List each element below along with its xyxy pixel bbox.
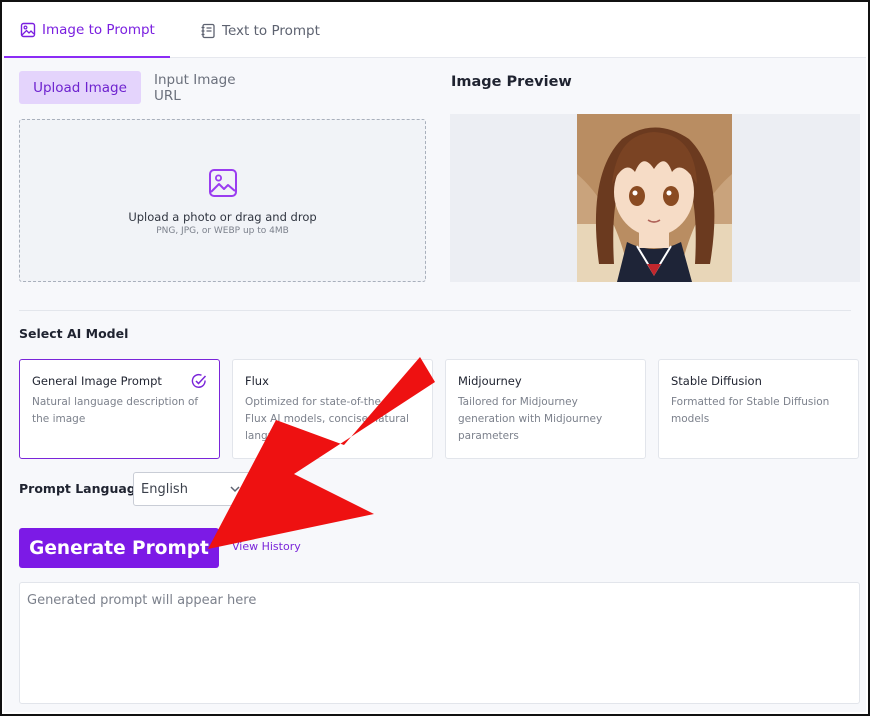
model-card-midjourney[interactable]: Midjourney Tailored for Midjourney gener… xyxy=(445,359,646,459)
tab-image-to-prompt[interactable]: Image to Prompt xyxy=(4,4,170,58)
preview-image xyxy=(577,114,732,282)
model-title: Midjourney xyxy=(458,374,522,388)
model-card-general[interactable]: General Image Prompt Natural language de… xyxy=(19,359,220,459)
upload-image-button[interactable]: Upload Image xyxy=(19,71,141,104)
tab-label: Text to Prompt xyxy=(222,23,320,39)
image-preview-title: Image Preview xyxy=(451,74,572,90)
section-divider xyxy=(19,310,851,311)
model-title: General Image Prompt xyxy=(32,374,162,388)
chevron-down-icon xyxy=(230,486,240,493)
generated-prompt-output[interactable]: Generated prompt will appear here xyxy=(19,582,860,704)
model-desc: Optimized for state-of-the-art Flux AI m… xyxy=(245,396,409,442)
tab-label: Image to Prompt xyxy=(42,22,155,38)
dropzone-subtext: PNG, JPG, or WEBP up to 4MB xyxy=(156,226,289,236)
model-title: Flux xyxy=(245,374,269,388)
model-card-stable-diffusion[interactable]: Stable Diffusion Formatted for Stable Di… xyxy=(658,359,859,459)
input-image-url-button[interactable]: Input Image URL xyxy=(154,71,266,104)
model-title: Stable Diffusion xyxy=(671,374,762,388)
model-desc: Tailored for Midjourney generation with … xyxy=(458,396,603,442)
model-desc: Natural language description of the imag… xyxy=(32,396,199,425)
tab-bar: Image to Prompt Text to Prompt xyxy=(4,4,866,58)
tab-text-to-prompt[interactable]: Text to Prompt xyxy=(194,4,320,58)
notebook-icon xyxy=(201,23,215,39)
model-desc: Formatted for Stable Diffusion models xyxy=(671,396,830,425)
prompt-language-select[interactable]: English xyxy=(133,472,251,506)
image-icon xyxy=(20,22,36,38)
upload-dropzone[interactable]: Upload a photo or drag and drop PNG, JPG… xyxy=(19,119,426,282)
dropzone-text: Upload a photo or drag and drop xyxy=(128,210,317,224)
generate-prompt-button[interactable]: Generate Prompt xyxy=(19,528,219,568)
main-panel: Upload Image Input Image URL Image Previ… xyxy=(4,58,866,712)
view-history-link[interactable]: View History xyxy=(232,540,301,553)
prompt-language-label: Prompt Language xyxy=(19,481,145,496)
image-upload-icon xyxy=(209,169,237,197)
select-model-label: Select AI Model xyxy=(19,326,129,341)
app-frame: Image to Prompt Text to Prompt Upload Im… xyxy=(0,0,870,716)
check-circle-icon xyxy=(191,374,207,388)
language-value: English xyxy=(141,481,188,497)
image-preview-box xyxy=(450,114,860,282)
model-card-flux[interactable]: Flux Optimized for state-of-the-art Flux… xyxy=(232,359,433,459)
